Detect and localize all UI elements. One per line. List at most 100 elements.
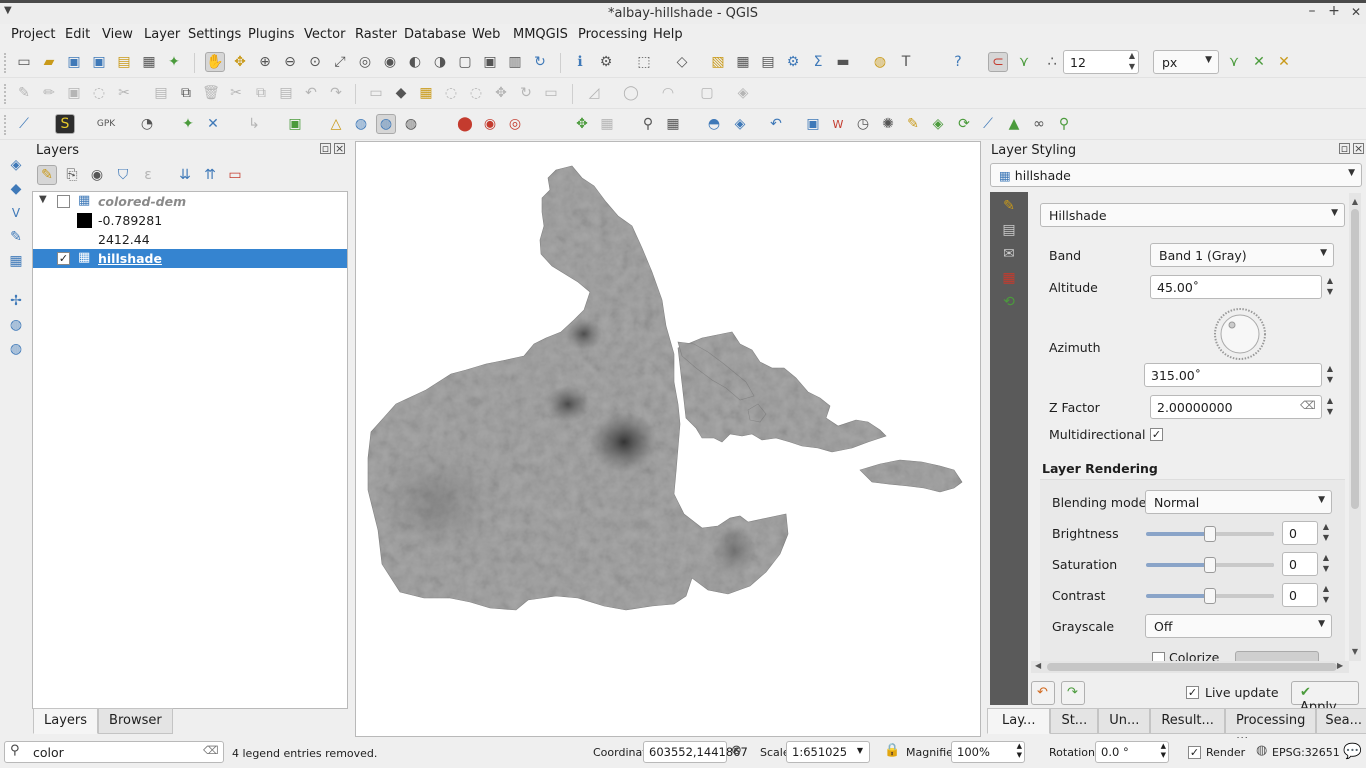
open-project-icon[interactable]: ▰ [39,52,59,72]
wkt-icon[interactable]: W [828,114,848,134]
layer-checkbox-colored-dem[interactable] [57,195,70,208]
map-swipe-icon[interactable]: ▣ [803,114,823,134]
topological-editing-icon[interactable]: ⋎ [1224,52,1244,72]
select-features-icon[interactable]: ⬚ [634,52,654,72]
history-tab-icon[interactable]: ⟲ [999,292,1019,312]
styling-vertical-scrollbar[interactable]: ▲ ▼ [1349,193,1361,661]
zoom-full-icon[interactable]: ⤢ [330,52,350,72]
menu-mmqgis[interactable]: MMQGIS [513,27,568,42]
bookmark-icon[interactable]: ▥ [505,52,525,72]
pencil-icon[interactable]: ✎ [903,114,923,134]
osm-icon[interactable]: ◔ [137,114,157,134]
transparency-tab-icon[interactable]: ▤ [999,220,1019,240]
self-snapping-icon[interactable]: ✕ [1274,52,1294,72]
zoom-selection-icon[interactable]: ◎ [355,52,375,72]
layer-properties-icon[interactable]: ⚲ [638,114,658,134]
snapping-tolerance-spinbox[interactable]: 12 ▲ ▼ [1063,50,1139,74]
filter-expression-icon[interactable]: ε [138,165,158,185]
menu-plugins[interactable]: Plugins [248,27,295,42]
georeferencer-icon[interactable]: ✥ [572,114,592,134]
renderer-combo[interactable]: Hillshade ▼ [1040,203,1345,227]
azimuth-dial[interactable] [1213,307,1267,361]
graph-icon[interactable]: ⟋ [978,114,998,134]
binoculars-icon[interactable]: ◍ [401,114,421,134]
crs-value[interactable]: EPSG:32651 [1272,746,1340,759]
expand-arrow-icon[interactable]: ▼ [39,194,47,205]
toggle-editing-icon[interactable]: ✏ [39,83,59,103]
minimize-button[interactable]: – [1302,3,1322,23]
new-map-view-icon[interactable]: ▢ [455,52,475,72]
save-edits-icon[interactable]: ▣ [64,83,84,103]
zoom-last-icon[interactable]: ◐ [405,52,425,72]
zoom-out-icon[interactable]: ⊖ [280,52,300,72]
plugin-icon-a[interactable]: ✦ [178,114,198,134]
map-tips-icon[interactable]: ◍ [870,52,890,72]
styled-layer-combo[interactable]: ▦ hillshade ▼ [990,163,1362,187]
refresh-icon[interactable]: ↻ [530,52,550,72]
plugin-manager-icon[interactable]: ◈ [730,114,750,134]
close-button[interactable]: ✕ [1346,5,1366,25]
shape-digitizing-icon[interactable]: ◯ [621,83,641,103]
magnifier-spinbox[interactable]: 100% ▲ ▼ [951,741,1025,763]
move-label-icon[interactable]: ✥ [491,83,511,103]
table-tool-icon[interactable]: ▦ [663,114,683,134]
tab-undo[interactable]: Un... [1098,708,1151,734]
new-print-layout-icon[interactable]: ▤ [114,52,134,72]
symbology-tab-icon[interactable]: ✎ [999,196,1019,216]
map-canvas[interactable] [355,141,981,737]
current-edits-icon[interactable]: ✎ [14,83,34,103]
gpkg-icon[interactable]: GPK [96,114,116,134]
wms-search-icon[interactable]: ◍ [351,114,371,134]
close-panel-icon[interactable]: × [334,143,345,154]
contrast-stepper[interactable]: ▲ ▼ [1319,583,1333,607]
saturation-slider-handle[interactable] [1204,557,1216,573]
brightness-stepper[interactable]: ▲ ▼ [1319,521,1333,545]
azimuth-spinbox[interactable]: 315.00˚ ▲ ▼ [1144,363,1333,387]
tab-processing[interactable]: Processing ... [1224,708,1317,743]
colorize-color-button[interactable] [1235,651,1319,661]
layer-row-hillshade[interactable]: ✓ ▦ hillshade [33,249,347,268]
pan-map-icon[interactable]: ✋ [205,52,225,72]
new-3d-view-icon[interactable]: ▣ [480,52,500,72]
live-update-checkbox[interactable]: ✓ [1186,686,1199,699]
tab-browser[interactable]: Browser [98,708,173,734]
data-source-manager-icon[interactable]: ◈ [6,155,26,175]
save-project-icon[interactable]: ▣ [64,52,84,72]
geocode-reverse-icon[interactable]: ◉ [480,114,500,134]
plugin-icon-b[interactable]: ✕ [203,114,223,134]
menu-database[interactable]: Database [404,27,466,42]
maximize-button[interactable]: + [1324,3,1344,23]
menu-layer[interactable]: Layer [144,27,180,42]
pan-to-selection-icon[interactable]: ✥ [230,52,250,72]
brightness-slider-handle[interactable] [1204,526,1216,542]
contrast-slider-handle[interactable] [1204,588,1216,604]
lock-scale-icon[interactable]: 🔒 [884,743,900,758]
menu-settings[interactable]: Settings [188,27,241,42]
menu-vector[interactable]: Vector [304,27,345,42]
extents-toggle-icon[interactable]: ⊗ [731,743,742,758]
saturation-slider[interactable] [1146,557,1274,573]
locator-search[interactable]: ⚲ color ⌫ [4,741,224,763]
text-annotation-icon[interactable]: T [896,52,916,72]
saturation-spinbox[interactable]: 0 ▲ ▼ [1282,552,1329,576]
menu-edit[interactable]: Edit [65,27,90,42]
refresh-plugin-icon[interactable]: ⟳ [954,114,974,134]
undo-icon[interactable]: ↶ [301,83,321,103]
attribute-table-icon[interactable]: ▦ [733,52,753,72]
run-action-icon[interactable]: ⚙ [596,52,616,72]
toolbar-grip[interactable] [4,53,10,73]
messages-icon[interactable]: 💬 [1343,742,1362,760]
menu-processing[interactable]: Processing [578,27,647,42]
tab-results[interactable]: Result... [1150,708,1225,734]
menu-help[interactable]: Help [653,27,683,42]
advanced-digitizing-icon[interactable]: ◿ [584,83,604,103]
scrollbar-thumb[interactable] [1351,209,1359,509]
show-hide-labels-icon[interactable]: ◌ [466,83,486,103]
add-raster-layer-icon[interactable]: V [6,203,26,223]
change-label-icon[interactable]: ▭ [541,83,561,103]
rendering-tab-icon[interactable]: ▦ [999,268,1019,288]
zoom-in-icon[interactable]: ⊕ [255,52,275,72]
terrain-icon[interactable]: ▲ [1004,114,1024,134]
select-by-value-icon[interactable]: ◇ [672,52,692,72]
add-vector-layer-icon[interactable]: ◆ [6,179,26,199]
